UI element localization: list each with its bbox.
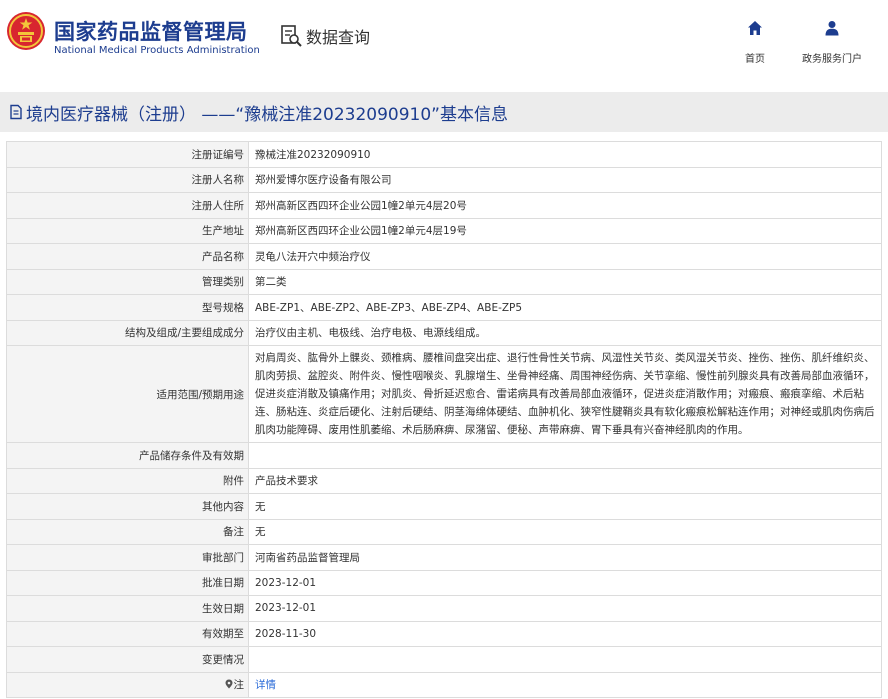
page-title-bar: 境内医疗器械（注册） ——“豫械注准20232090910”基本信息 xyxy=(0,92,888,132)
home-icon xyxy=(748,21,762,35)
table-row: 审批部门 河南省药品监督管理局 xyxy=(6,544,882,571)
row-value: 2023-12-01 xyxy=(248,569,882,596)
row-value: 2023-12-01 xyxy=(248,595,882,622)
table-row: 变更情况 xyxy=(6,646,882,673)
table-row: 附件 产品技术要求 xyxy=(6,467,882,494)
row-value: 灵龟八法开穴中频治疗仪 xyxy=(248,243,882,270)
row-value: 产品技术要求 xyxy=(248,467,882,494)
table-row: 生效日期 2023-12-01 xyxy=(6,595,882,622)
nav-home-label: 首页 xyxy=(745,54,765,65)
row-label: 管理类别 xyxy=(6,268,249,295)
table-row: 注册人住所 郑州高新区西四环企业公园1幢2单元4层20号 xyxy=(6,192,882,219)
table-row: 有效期至 2028-11-30 xyxy=(6,620,882,647)
table-row: 批准日期 2023-12-01 xyxy=(6,569,882,596)
row-label: 注册证编号 xyxy=(6,141,249,168)
data-query-link[interactable]: 数据查询 xyxy=(279,24,370,48)
note-value-cell: 详情 xyxy=(248,671,882,698)
table-row: 管理类别 第二类 xyxy=(6,268,882,295)
row-value: 郑州爱博尔医疗设备有限公司 xyxy=(248,166,882,193)
row-label: 结构及组成/主要组成成分 xyxy=(6,319,249,346)
note-label-cell: 注 xyxy=(6,671,249,698)
row-label: 型号规格 xyxy=(6,294,249,321)
row-label: 有效期至 xyxy=(6,620,249,647)
row-label: 注册人住所 xyxy=(6,192,249,219)
row-value xyxy=(248,442,882,469)
table-row: 生产地址 郑州高新区西四环企业公园1幢2单元4层19号 xyxy=(6,217,882,244)
table-row: 产品名称 灵龟八法开穴中频治疗仪 xyxy=(6,243,882,270)
table-row: 其他内容无 xyxy=(6,493,882,520)
row-value: 无 xyxy=(248,518,882,545)
row-label: 审批部门 xyxy=(6,544,249,571)
row-label: 生产地址 xyxy=(6,217,249,244)
brand-title-en: National Medical Products Administration xyxy=(54,45,260,56)
page-title: 境内医疗器械（注册） ——“豫械注准20232090910”基本信息 xyxy=(26,104,508,125)
nav-service-portal-label: 政务服务门户 xyxy=(802,54,862,65)
table-row: 注册人名称 郑州爱博尔医疗设备有限公司 xyxy=(6,166,882,193)
row-value: ABE-ZP1、ABE-ZP2、ABE-ZP3、ABE-ZP4、ABE-ZP5 xyxy=(248,294,882,321)
details-link[interactable]: 详情 xyxy=(255,679,276,691)
table-row: 产品储存条件及有效期 xyxy=(6,442,882,469)
row-value: 治疗仪由主机、电极线、治疗电极、电源线组成。 xyxy=(248,319,882,346)
site-header: 国家药品监督管理局 National Medical Products Admi… xyxy=(0,0,888,86)
row-label: 批准日期 xyxy=(6,569,249,596)
row-value: 豫械注准20232090910 xyxy=(248,141,882,168)
row-label: 备注 xyxy=(6,518,249,545)
row-label: 注册人名称 xyxy=(6,166,249,193)
row-value: 郑州高新区西四环企业公园1幢2单元4层19号 xyxy=(248,217,882,244)
row-label: 附件 xyxy=(6,467,249,494)
row-value: 河南省药品监督管理局 xyxy=(248,544,882,571)
row-value: 对肩周炎、肱骨外上髁炎、颈椎病、腰椎间盘突出症、退行性骨性关节病、风湿性关节炎、… xyxy=(248,345,882,443)
row-label: 适用范围/预期用途 xyxy=(6,345,249,443)
data-query-label: 数据查询 xyxy=(306,28,371,47)
user-icon xyxy=(825,21,839,36)
document-icon xyxy=(10,104,22,120)
row-value xyxy=(248,646,882,673)
table-row: 适用范围/预期用途 对肩周炎、肱骨外上髁炎、颈椎病、腰椎间盘突出症、退行性骨性关节… xyxy=(6,345,882,443)
national-emblem-logo xyxy=(7,12,45,50)
registration-info-table: 注册证编号 豫械注准20232090910 注册人名称 郑州爱博尔医疗设备有限公司 … xyxy=(6,141,882,698)
table-row: 注册证编号 豫械注准20232090910 xyxy=(6,141,882,168)
row-value: 第二类 xyxy=(248,268,882,295)
row-value: 2028-11-30 xyxy=(248,620,882,647)
row-label: 产品名称 xyxy=(6,243,249,270)
row-label: 变更情况 xyxy=(6,646,249,673)
nav-home[interactable]: 首页 xyxy=(715,20,795,65)
row-label: 产品储存条件及有效期 xyxy=(6,442,249,469)
row-value: 无 xyxy=(248,493,882,520)
nav-service-portal[interactable]: 政务服务门户 xyxy=(792,20,872,65)
row-label: 生效日期 xyxy=(6,595,249,622)
pin-icon xyxy=(225,679,232,689)
table-row: 型号规格 ABE-ZP1、ABE-ZP2、ABE-ZP3、ABE-ZP4、ABE-… xyxy=(6,294,882,321)
row-value: 郑州高新区西四环企业公园1幢2单元4层20号 xyxy=(248,192,882,219)
table-row: 结构及组成/主要组成成分 治疗仪由主机、电极线、治疗电极、电源线组成。 xyxy=(6,319,882,346)
table-row: 备注无 xyxy=(6,518,882,545)
table-row: 注 详情 xyxy=(6,671,882,698)
row-label: 其他内容 xyxy=(6,493,249,520)
brand-title-cn: 国家药品监督管理局 xyxy=(54,20,248,44)
row-label: 注 xyxy=(233,679,245,692)
document-search-icon xyxy=(281,25,302,47)
